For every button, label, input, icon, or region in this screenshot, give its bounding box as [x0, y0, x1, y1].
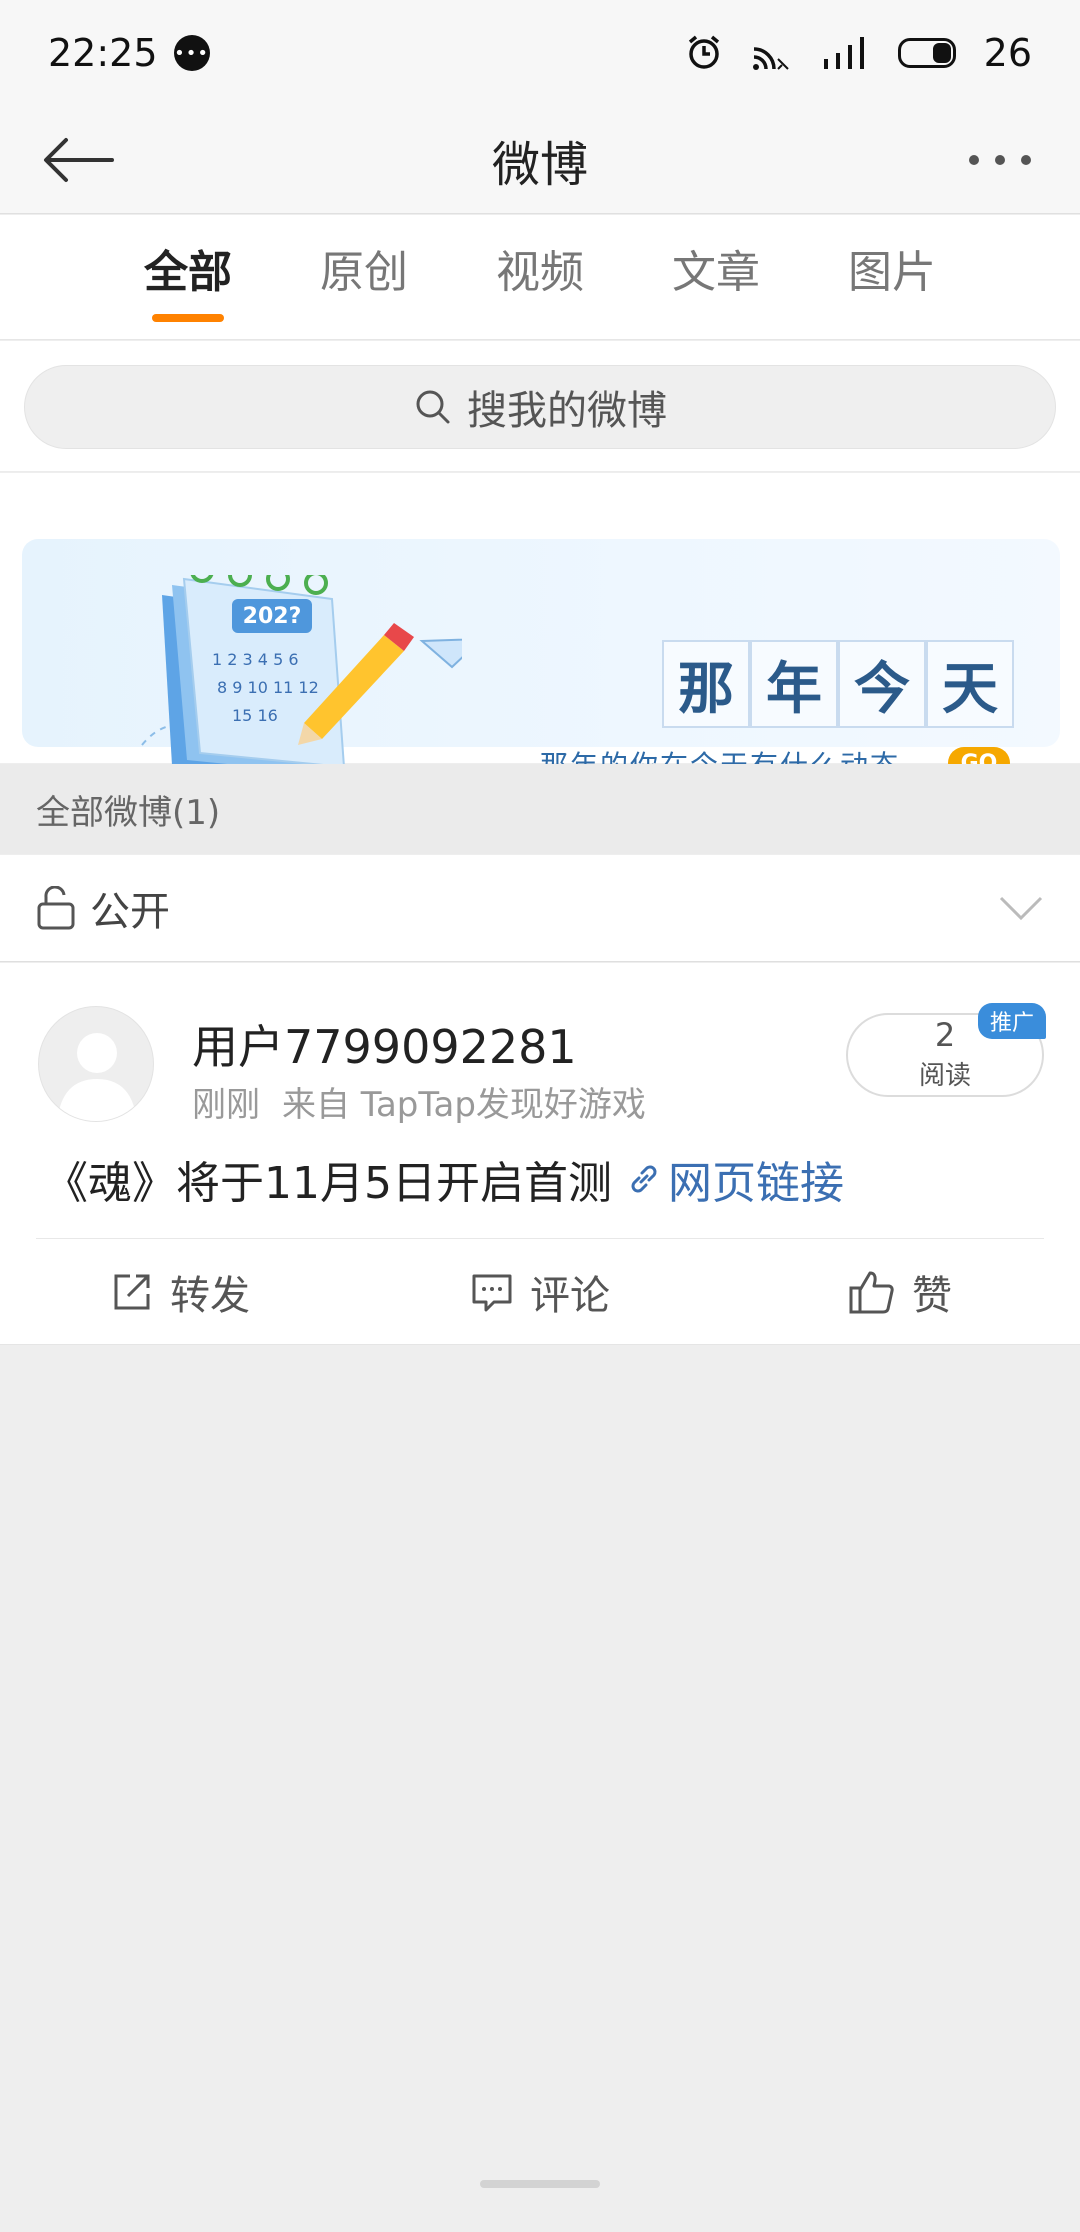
- tab-image[interactable]: 图片: [848, 236, 936, 318]
- more-icon[interactable]: [960, 142, 1040, 178]
- web-link-label: 网页链接: [667, 1158, 844, 1209]
- unlock-icon: [37, 886, 75, 930]
- battery-icon: [897, 38, 956, 68]
- thumbs-up-icon: [849, 1271, 894, 1314]
- post-card[interactable]: 用户7799092281 刚刚 来自 TapTap发现好游戏 2 阅读 推广 《魂…: [0, 963, 1080, 1345]
- banner-title: 那 年 今 天: [662, 640, 1014, 728]
- read-label: 阅读: [918, 1060, 971, 1091]
- default-avatar-icon: [57, 1033, 137, 1121]
- post-actions: 转发 评论 赞: [0, 1239, 1080, 1345]
- signal-icon: [823, 37, 864, 69]
- banner-section: 202? 1 2 3 4 5 6 8 9 10 11 12 15 16 那 年 …: [0, 473, 1080, 785]
- post-text: 《魂》将于11月5日开启首测: [44, 1158, 612, 1209]
- post-username[interactable]: 用户7799092281: [192, 1011, 577, 1077]
- post-meta: 刚刚 来自 TapTap发现好游戏: [192, 1077, 646, 1126]
- banner-title-char: 那: [662, 640, 750, 728]
- link-icon: [631, 1165, 657, 1193]
- status-time: 22:25: [48, 31, 158, 75]
- comment-button[interactable]: 评论: [360, 1239, 720, 1345]
- search-placeholder: 搜我的微博: [467, 388, 667, 434]
- repost-button[interactable]: 转发: [0, 1239, 360, 1345]
- banner-title-char: 今: [838, 640, 926, 728]
- tab-all[interactable]: 全部: [144, 236, 232, 322]
- read-count: 2: [934, 1015, 956, 1054]
- tab-video[interactable]: 视频: [496, 236, 584, 318]
- visibility-label: 公开: [90, 889, 170, 935]
- banner-title-char: 天: [926, 640, 1014, 728]
- page-title: 微博: [491, 136, 588, 193]
- tab-article[interactable]: 文章: [672, 236, 760, 318]
- nav-bar: 微博: [0, 106, 1080, 214]
- like-button[interactable]: 赞: [720, 1239, 1080, 1345]
- avatar[interactable]: [38, 1006, 154, 1122]
- like-label: 赞: [912, 1273, 952, 1319]
- section-header: 全部微博(1): [0, 764, 1080, 854]
- on-this-day-banner[interactable]: 202? 1 2 3 4 5 6 8 9 10 11 12 15 16 那 年 …: [22, 539, 1060, 785]
- post-source: 来自 TapTap发现好游戏: [282, 1085, 646, 1125]
- chevron-down-icon: [999, 896, 1043, 921]
- tab-original[interactable]: 原创: [320, 236, 408, 318]
- svg-text:1 2 3 4 5 6: 1 2 3 4 5 6: [212, 650, 299, 669]
- search-input[interactable]: 搜我的微博: [24, 365, 1056, 449]
- promote-badge[interactable]: 推广: [978, 1003, 1046, 1039]
- filter-tabs: 全部 原创 视频 文章 图片: [0, 215, 1080, 340]
- repost-label: 转发: [170, 1273, 250, 1319]
- search-icon: [416, 390, 450, 424]
- chat-icon: •••: [173, 35, 210, 71]
- back-arrow-icon[interactable]: [40, 128, 120, 192]
- post-content: 《魂》将于11月5日开启首测 网页链接: [44, 1147, 844, 1211]
- visibility-filter[interactable]: 公开: [0, 855, 1080, 962]
- repost-icon: [114, 1274, 150, 1310]
- alarm-icon: [688, 35, 719, 69]
- web-link[interactable]: 网页链接: [626, 1147, 844, 1211]
- comment-label: 评论: [530, 1273, 610, 1319]
- post-time: 刚刚: [192, 1085, 260, 1125]
- status-icons: 26: [684, 31, 1032, 75]
- svg-text:15 16: 15 16: [232, 706, 278, 725]
- home-indicator[interactable]: [480, 2180, 600, 2188]
- status-bar: 22:25 ••• 26: [0, 0, 1080, 106]
- svg-text:8 9 10 11 12: 8 9 10 11 12: [217, 678, 319, 697]
- search-section: 搜我的微博: [0, 341, 1080, 472]
- battery-level: 26: [983, 31, 1032, 75]
- comment-icon: [472, 1274, 512, 1312]
- banner-year-art: 202?: [243, 604, 302, 629]
- cast-icon: [752, 47, 789, 70]
- banner-title-char: 年: [750, 640, 838, 728]
